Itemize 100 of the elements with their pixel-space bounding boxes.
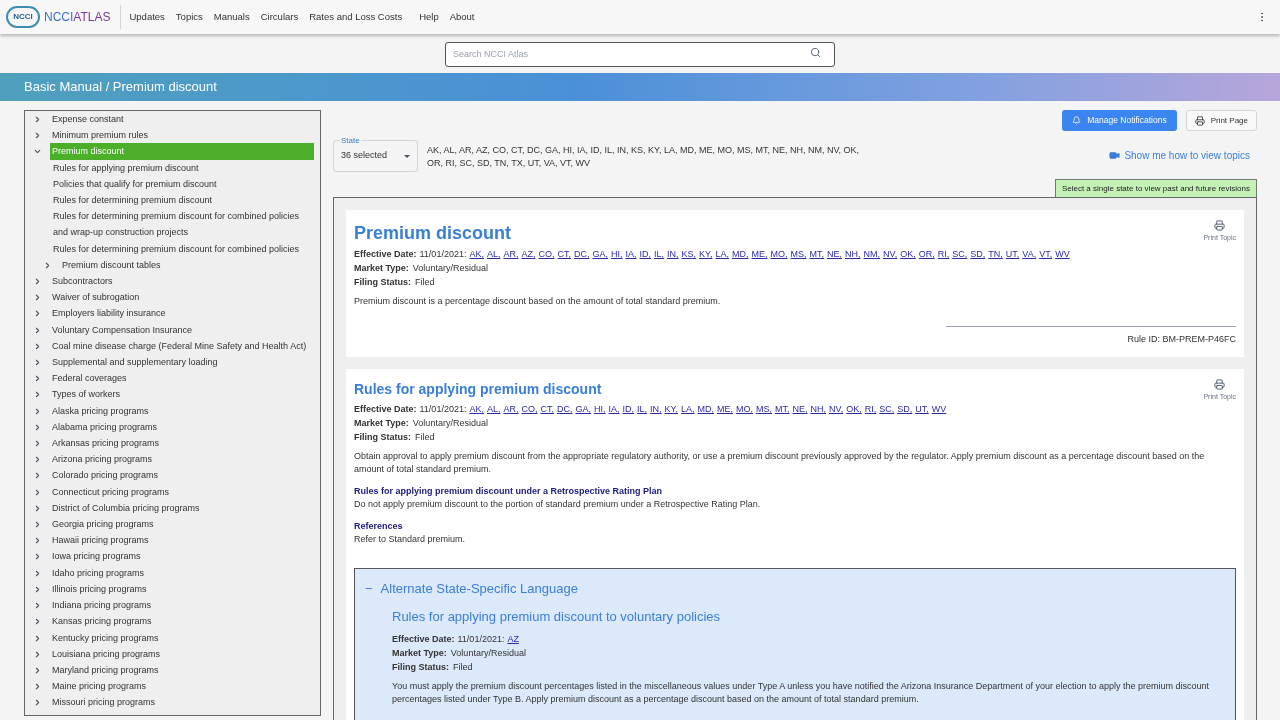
chevron-right-icon[interactable] [33,406,42,416]
state-link[interactable]: CT, [557,247,571,261]
state-link[interactable]: NH, [845,247,861,261]
state-link[interactable]: WV [931,402,947,416]
state-link[interactable]: IN, [667,247,679,261]
state-link[interactable]: NE, [792,402,808,416]
state-link[interactable]: AL, [486,247,501,261]
tree-item[interactable]: Kansas pricing programs [50,613,314,630]
tree-item[interactable]: Policies that qualify for premium discount [51,175,314,192]
tree-item[interactable]: Alaska pricing programs [50,402,314,419]
state-link[interactable]: MS, [790,247,807,261]
state-link[interactable]: LA, [715,247,729,261]
state-link[interactable]: AR, [503,402,519,416]
state-link[interactable]: OK, [846,402,862,416]
chevron-right-icon[interactable] [33,617,42,627]
chevron-right-icon[interactable] [33,309,42,319]
chevron-right-icon[interactable] [33,422,42,432]
state-link[interactable]: AK, [469,402,484,416]
tree-item[interactable]: Rules for determining premium discount for combined policies [51,240,314,257]
chevron-right-icon[interactable] [33,665,42,675]
state-link[interactable]: AL, [486,402,501,416]
state-link[interactable]: MT, [775,402,790,416]
nav-link[interactable]: Circulars [260,9,299,25]
tree-item[interactable]: Coal mine disease charge (Federal Mine Safety and Health Act) [50,337,314,355]
chevron-right-icon[interactable] [33,374,42,384]
state-link[interactable]: NV, [829,402,844,416]
tree-item[interactable]: Missouri pricing programs [50,694,314,711]
state-link[interactable]: VT, [1039,247,1053,261]
chevron-right-icon[interactable] [33,439,42,449]
nav-link[interactable]: Rates and Loss Costs [309,9,403,25]
chevron-right-icon[interactable] [33,487,42,497]
state-link[interactable]: MO, [770,247,788,261]
state-link[interactable]: AZ, [521,247,536,261]
state-link[interactable]: NM, [863,247,881,261]
state-link[interactable]: OR, [918,247,935,261]
tree-item[interactable]: Minimum premium rules [50,127,314,144]
tree-item[interactable]: Louisiana pricing programs [50,645,314,662]
chevron-right-icon[interactable] [33,698,42,708]
chevron-right-icon[interactable] [33,277,42,287]
tree-item[interactable]: Voluntary Compensation Insurance [50,321,314,338]
search-field[interactable]: Search NCCI Atlas [445,41,835,67]
tree-item[interactable]: Expense constant [50,111,314,128]
state-link[interactable]: VA, [1022,247,1037,261]
tree-item[interactable]: Rules for determining premium discount [51,192,314,209]
state-link[interactable]: GA, [592,247,608,261]
state-link[interactable]: AK, [469,247,484,261]
state-link[interactable]: UT, [915,402,929,416]
logo-badge[interactable]: NCCI [6,6,40,28]
chevron-right-icon[interactable] [33,584,42,594]
tree-item[interactable]: Georgia pricing programs [50,516,314,533]
chevron-right-icon[interactable] [33,682,42,692]
state-link[interactable]: AR, [503,247,519,261]
tree-item[interactable]: Arkansas pricing programs [50,435,314,452]
state-link[interactable]: HI, [594,402,606,416]
state-link[interactable]: NV, [883,247,898,261]
manage-notifications-button[interactable]: Manage Notifications [1062,110,1177,131]
state-link[interactable]: IL, [637,402,648,416]
state-link[interactable]: ME, [751,247,768,261]
chevron-right-icon[interactable] [33,633,42,643]
tree-item[interactable]: Arizona pricing programs [50,451,314,468]
tree-item[interactable]: Iowa pricing programs [50,548,314,565]
chevron-right-icon[interactable] [33,568,42,578]
state-link[interactable]: LA, [680,402,695,416]
tree-item[interactable]: Alabama pricing programs [50,418,314,436]
chevron-right-icon[interactable] [33,341,42,351]
state-link[interactable]: MO, [735,402,753,416]
chevron-right-icon[interactable] [33,455,42,465]
tree-item[interactable]: Rules for applying premium discount [51,159,314,176]
nav-link[interactable]: About [449,9,475,25]
chevron-right-icon[interactable] [33,115,42,124]
state-link[interactable]: MD, [697,402,714,416]
state-link[interactable]: CO, [521,402,538,416]
state-link[interactable]: RI, [864,402,877,416]
state-link[interactable]: RI, [937,247,950,261]
state-link[interactable]: SC, [952,247,968,261]
state-link[interactable]: GA, [575,402,591,416]
chevron-right-icon[interactable] [33,471,42,481]
tree-item[interactable]: Supplemental and supplementary loading [50,354,314,371]
state-link[interactable]: ID, [622,402,635,416]
state-link[interactable]: UT, [1005,247,1020,261]
tree-item[interactable]: Connecticut pricing programs [50,483,314,500]
chevron-right-icon[interactable] [43,260,52,270]
state-link[interactable]: IA, [625,247,637,261]
tree-item[interactable]: Maryland pricing programs [50,661,314,679]
state-link[interactable]: IL, [654,247,665,261]
state-link[interactable]: MD, [732,247,749,261]
state-link[interactable]: KS, [681,247,697,261]
state-link[interactable]: AZ [507,632,519,646]
tree-item[interactable]: Colorado pricing programs [50,467,314,484]
tree-item[interactable]: Rules for determining premium discount for combined policies and wrap-up construction projects [51,208,314,241]
chevron-right-icon[interactable] [33,358,42,368]
state-link[interactable]: DC, [574,247,590,261]
state-link[interactable]: IN, [650,402,662,416]
logo-text[interactable]: NCCIATLAS [44,8,111,26]
nav-link[interactable]: Help [419,9,439,25]
nav-link[interactable]: Topics [175,9,203,25]
state-link[interactable]: SD, [897,402,913,416]
state-link[interactable]: KY, [699,247,713,261]
chevron-right-icon[interactable] [33,131,42,141]
state-link[interactable]: ME, [716,402,733,416]
